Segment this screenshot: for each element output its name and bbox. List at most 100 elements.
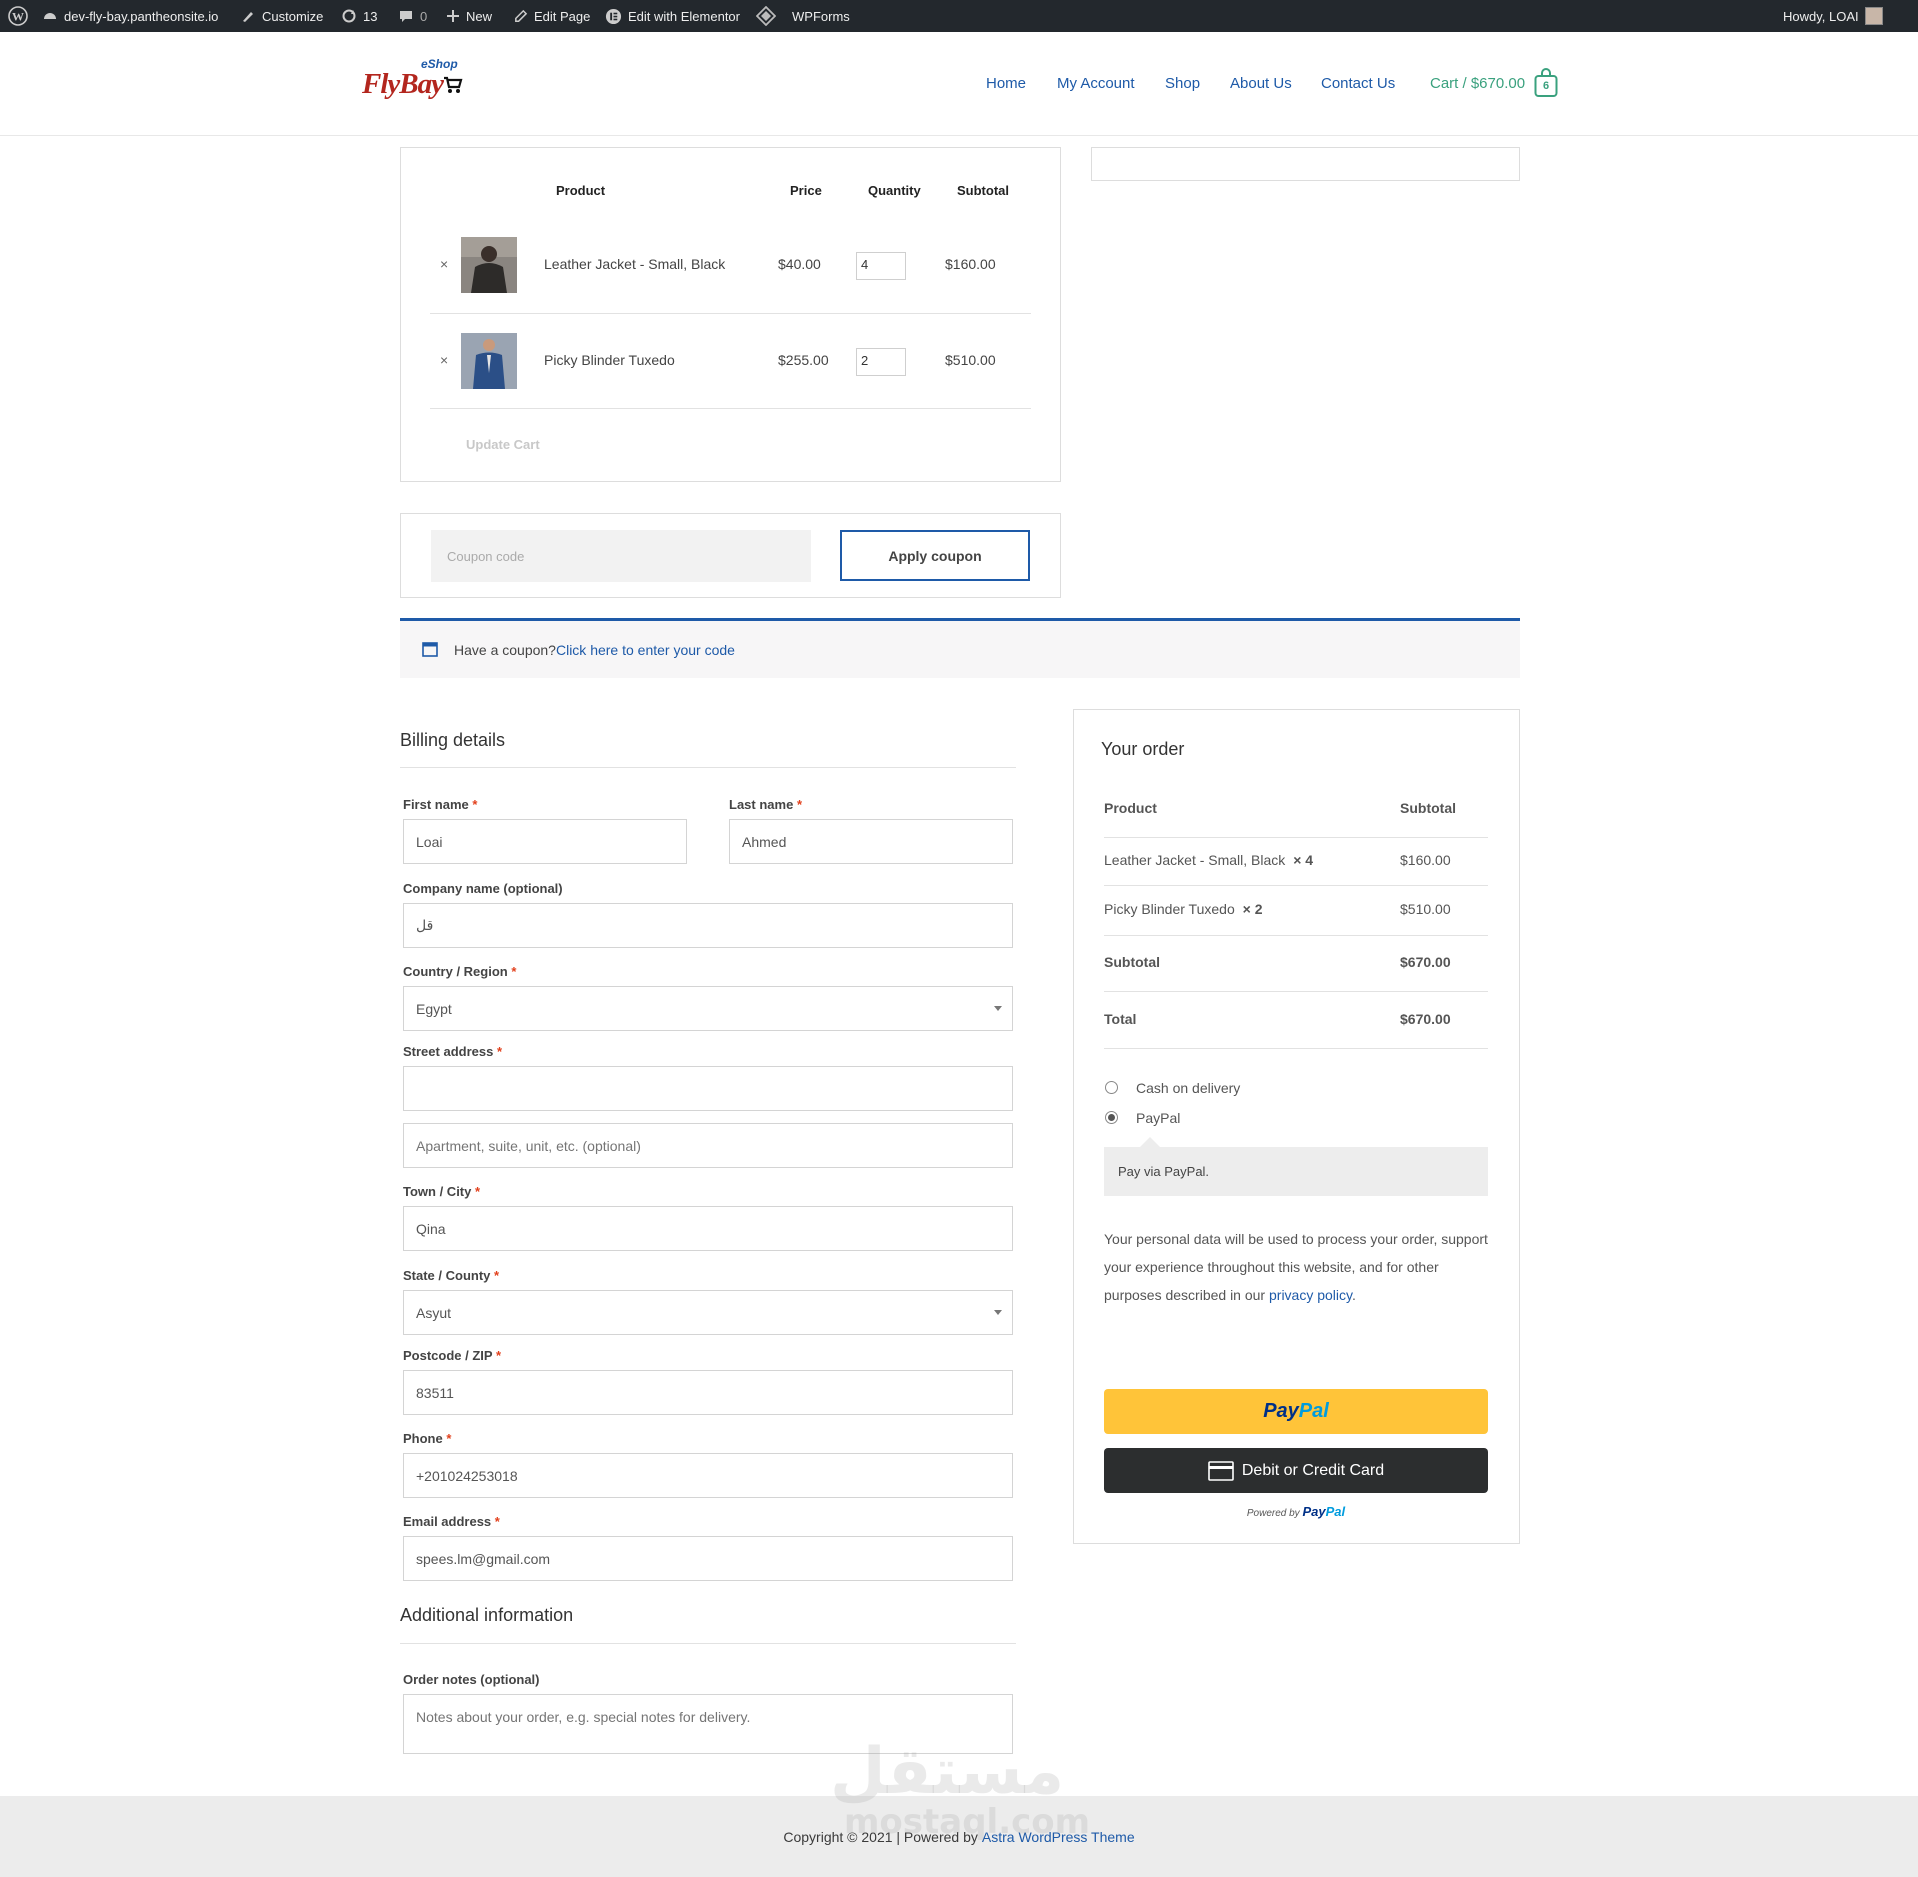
order-item-subtotal: $510.00 (1400, 901, 1451, 917)
coupon-notice: Have a coupon? Click here to enter your … (400, 618, 1520, 678)
order-col-subtotal: Subtotal (1400, 800, 1456, 816)
apply-coupon-button[interactable]: Apply coupon (840, 530, 1030, 581)
divider (1104, 1048, 1488, 1049)
payment-paypal-radio[interactable] (1105, 1111, 1118, 1124)
avatar (1864, 7, 1883, 25)
payment-cod-label[interactable]: Cash on delivery (1136, 1080, 1240, 1096)
nav-contact-us[interactable]: Contact Us (1321, 75, 1395, 92)
company-label: Company name (optional) (403, 881, 563, 896)
state-select[interactable]: Asyut (403, 1290, 1013, 1335)
order-item: Leather Jacket - Small, Black × 4 (1104, 852, 1314, 868)
divider (400, 767, 1016, 768)
divider (430, 313, 1031, 314)
wordpress-logo-icon[interactable]: W (8, 0, 28, 32)
chevron-down-icon (994, 1006, 1002, 1011)
street-address-input[interactable] (403, 1066, 1013, 1111)
payment-paypal-label[interactable]: PayPal (1136, 1110, 1180, 1126)
svg-text:W: W (12, 10, 24, 24)
first-name-input[interactable]: Loai (403, 819, 687, 864)
cart-item-price: $40.00 (778, 256, 821, 272)
coupon-code-input[interactable]: Coupon code (431, 530, 811, 582)
payment-cod-radio[interactable] (1105, 1081, 1118, 1094)
remove-item-button[interactable]: × (440, 352, 448, 368)
watermark-logo: مستقل (830, 1735, 1065, 1809)
last-name-input[interactable]: Ahmed (729, 819, 1013, 864)
country-select[interactable]: Egypt (403, 986, 1013, 1031)
cart-header-product: Product (556, 183, 606, 198)
cart-item-name[interactable]: Leather Jacket - Small, Black (544, 256, 725, 272)
quantity-input[interactable]: 4 (856, 252, 906, 280)
nav-home[interactable]: Home (986, 75, 1026, 92)
divider (1104, 991, 1488, 992)
cart-item-subtotal: $160.00 (945, 256, 996, 272)
country-label: Country / Region * (403, 964, 517, 979)
watermark-url: mostaql.com (844, 1802, 1091, 1842)
order-total-label: Total (1104, 1011, 1137, 1027)
billing-title: Billing details (400, 730, 506, 750)
order-col-product: Product (1104, 800, 1157, 816)
apartment-input[interactable]: Apartment, suite, unit, etc. (optional) (403, 1123, 1013, 1168)
notice-text: Have a coupon? (454, 641, 556, 658)
nav-about-us[interactable]: About Us (1230, 75, 1292, 92)
phone-label: Phone * (403, 1431, 452, 1446)
divider (400, 1643, 1016, 1644)
logo-cart-icon (444, 76, 463, 93)
city-input[interactable]: Qina (403, 1206, 1013, 1251)
email-input[interactable]: spees.lm@gmail.com (403, 1536, 1013, 1581)
admin-edit-page-link[interactable]: Edit Page (513, 0, 590, 32)
phone-input[interactable]: +201024253018 (403, 1453, 1013, 1498)
cart-item-price: $255.00 (778, 352, 829, 368)
city-label: Town / City * (403, 1184, 481, 1199)
divider (430, 408, 1031, 409)
admin-customize-link[interactable]: Customize (240, 0, 323, 32)
chevron-down-icon (994, 1310, 1002, 1315)
admin-updates-link[interactable]: 13 (341, 0, 377, 32)
street-label: Street address * (403, 1044, 503, 1059)
additional-info-title: Additional information (400, 1605, 574, 1625)
site-logo[interactable]: FlyBay (362, 68, 444, 101)
comment-icon (400, 11, 412, 22)
nav-my-account[interactable]: My Account (1057, 75, 1135, 92)
divider (1104, 885, 1488, 886)
updates-icon (342, 9, 356, 23)
order-notes-label: Order notes (optional) (403, 1672, 540, 1687)
cart-item-subtotal: $510.00 (945, 352, 996, 368)
product-thumbnail[interactable] (461, 237, 517, 293)
divider (1104, 935, 1488, 936)
wpforms-icon (756, 6, 776, 26)
company-input[interactable]: قل (403, 903, 1013, 948)
order-subtotal-value: $670.00 (1400, 954, 1451, 970)
product-thumbnail[interactable] (461, 333, 517, 389)
admin-new-link[interactable]: New (446, 0, 492, 32)
update-cart-button[interactable]: Update Cart (466, 437, 540, 452)
window-icon (422, 642, 438, 657)
divider (1104, 837, 1488, 838)
show-coupon-link[interactable]: Click here to enter your code (556, 642, 735, 658)
cart-count: 6 (1542, 80, 1550, 92)
pencil-icon (515, 9, 528, 22)
elementor-icon (605, 8, 622, 24)
admin-account-link[interactable]: Howdy, LOAI (1783, 0, 1883, 32)
order-total-value: $670.00 (1400, 1011, 1451, 1027)
state-label: State / County * (403, 1268, 500, 1283)
cart-bag-icon[interactable]: 6 (1534, 68, 1558, 98)
paypal-button[interactable]: Pay Pal (1104, 1389, 1488, 1434)
nav-shop[interactable]: Shop (1165, 75, 1200, 92)
cart-item-name[interactable]: Picky Blinder Tuxedo (544, 352, 675, 368)
cart-totals-box (1091, 147, 1520, 181)
admin-elementor-link[interactable]: Edit with Elementor (605, 0, 740, 32)
privacy-policy-link[interactable]: privacy policy (1269, 1287, 1352, 1303)
admin-wpforms-link[interactable]: WPForms (756, 0, 850, 32)
credit-card-icon (1208, 1460, 1234, 1481)
cart-header-price: Price (790, 183, 822, 198)
powered-by-paypal: Powered by PayPal (1246, 1504, 1346, 1519)
dashboard-icon (44, 13, 56, 19)
nav-cart[interactable]: Cart / $670.00 (1430, 75, 1525, 92)
admin-comments-link[interactable]: 0 (398, 0, 427, 32)
remove-item-button[interactable]: × (440, 256, 448, 272)
quantity-input[interactable]: 2 (856, 348, 906, 376)
admin-site-link[interactable]: dev-fly-bay.pantheonsite.io (42, 0, 218, 32)
debit-credit-card-button[interactable]: Debit or Credit Card (1104, 1448, 1488, 1493)
privacy-notice: Your personal data will be used to proce… (1104, 1231, 1488, 1303)
zip-input[interactable]: 83511 (403, 1370, 1013, 1415)
